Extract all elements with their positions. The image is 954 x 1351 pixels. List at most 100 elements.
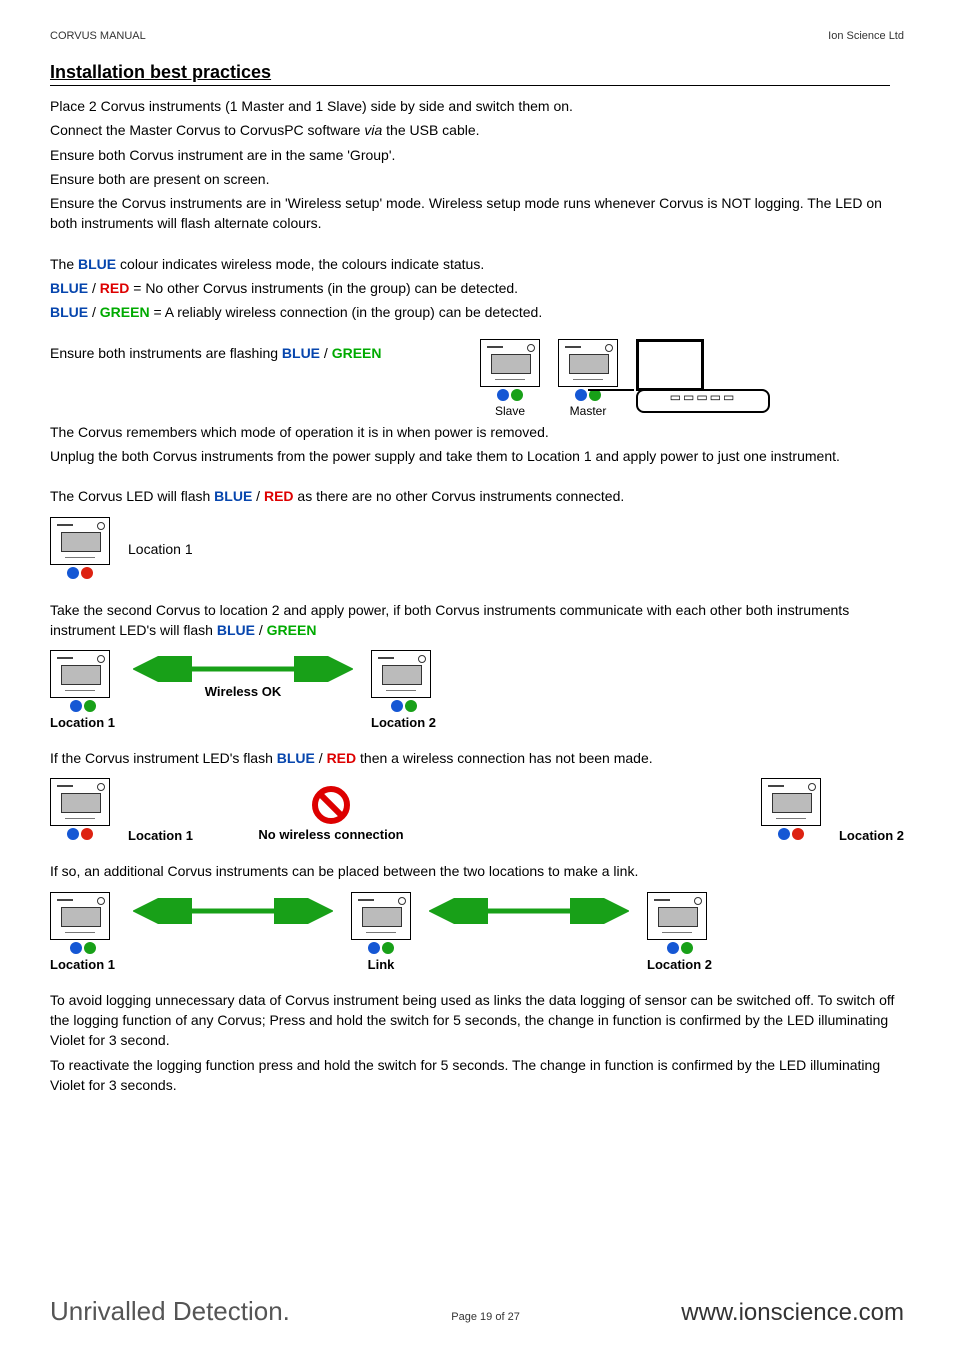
- led-red-icon: [81, 828, 93, 840]
- device-loc1-link: Location 1: [50, 892, 115, 972]
- status-intro-b: colour indicates wireless mode, the colo…: [116, 256, 484, 272]
- footer-mid-mid: of: [492, 1311, 507, 1323]
- led-blue-icon: [778, 828, 790, 840]
- link-arrow-right: [429, 898, 629, 924]
- page: CORVUS MANUAL Ion Science Ltd Installati…: [0, 0, 954, 1351]
- no-entry-icon: [311, 785, 351, 825]
- if-red-post: then a wireless connection has not been …: [356, 750, 653, 766]
- status-intro: The BLUE colour indicates wireless mode,…: [50, 254, 904, 274]
- status-line-blue-red: BLUE / RED = No other Corvus instruments…: [50, 278, 904, 298]
- header-right: Ion Science Ltd: [828, 30, 904, 42]
- ensure-flashing-pre: Ensure both instruments are flashing: [50, 345, 282, 361]
- led-flash-blue-red: The Corvus LED will flash BLUE / RED as …: [50, 486, 904, 506]
- status-line1-after: = No other Corvus instruments (in the gr…: [129, 280, 518, 296]
- device-slave-label: Slave: [495, 404, 525, 418]
- intro-line-3: Ensure both Corvus instrument are in the…: [50, 145, 904, 165]
- led-flash-post: as there are no other Corvus instruments…: [294, 488, 625, 504]
- ensure-flashing-line: Ensure both instruments are flashing BLU…: [50, 343, 450, 363]
- device-master-label: Master: [570, 404, 607, 418]
- header-left: CORVUS MANUAL: [50, 30, 146, 42]
- led-flash-red: RED: [264, 488, 294, 504]
- slash-5: /: [255, 622, 267, 638]
- avoid-logging-p1: To avoid logging unnecessary data of Cor…: [50, 990, 904, 1051]
- device-master: Master: [558, 339, 618, 418]
- led-green-icon: [681, 942, 693, 954]
- device-loc2-no: [761, 778, 821, 843]
- led-flash-blue: BLUE: [214, 488, 252, 504]
- footer-page-no: 19: [480, 1311, 492, 1323]
- led-flash-pre: The Corvus LED will flash: [50, 488, 214, 504]
- led-blue-icon: [70, 942, 82, 954]
- link-label: Link: [351, 957, 411, 972]
- led-blue-icon: [70, 700, 82, 712]
- device-loc2-ok: Location 2: [371, 650, 436, 730]
- status-line-blue-green: BLUE / GREEN = A reliably wireless conne…: [50, 302, 904, 322]
- led-blue-icon: [391, 700, 403, 712]
- status-blue-1: BLUE: [50, 280, 88, 296]
- led-green-icon: [405, 700, 417, 712]
- section-title: Installation best practices: [50, 62, 890, 86]
- remember-p1: The Corvus remembers which mode of opera…: [50, 422, 904, 442]
- slash-6: /: [315, 750, 327, 766]
- device-loc2-link: Location 2: [647, 892, 712, 972]
- take-second-green: GREEN: [267, 622, 317, 638]
- usb-cable-line: [588, 389, 634, 391]
- led-green-icon: [382, 942, 394, 954]
- led-blue-icon: [67, 828, 79, 840]
- led-blue-icon: [575, 389, 587, 401]
- status-intro-a: The: [50, 256, 78, 272]
- intro-line-2: Connect the Master Corvus to CorvusPC so…: [50, 120, 904, 140]
- status-blue-word: BLUE: [78, 256, 116, 272]
- device-loc1-no: [50, 778, 110, 843]
- loc2-label-c: Location 2: [647, 957, 712, 972]
- diagram-location1-only: Location 1: [50, 517, 904, 582]
- device-link: Link: [351, 892, 411, 972]
- footer-page-num: Page 19 of 27: [451, 1311, 520, 1323]
- status-red-1: RED: [100, 280, 130, 296]
- slash-1: /: [88, 280, 100, 296]
- take-second-blue: BLUE: [217, 622, 255, 638]
- if-red-red: RED: [327, 750, 357, 766]
- status-blue-2: BLUE: [50, 304, 88, 320]
- status-green-1: GREEN: [100, 304, 150, 320]
- link-arrow-left: [133, 898, 333, 924]
- page-footer: Unrivalled Detection. Page 19 of 27 www.…: [50, 1296, 904, 1327]
- led-red-icon: [792, 828, 804, 840]
- page-header: CORVUS MANUAL Ion Science Ltd: [50, 30, 904, 42]
- intro-line-4: Ensure both are present on screen.: [50, 169, 904, 189]
- take-second-line: Take the second Corvus to location 2 and…: [50, 600, 904, 641]
- diagram-slave-master-laptop: Slave Master ▭▭▭▭▭: [480, 339, 770, 418]
- intro-line-2a: Connect the Master Corvus to CorvusPC so…: [50, 122, 364, 138]
- laptop-keyboard-icon: ▭▭▭▭▭: [638, 390, 768, 404]
- loc1-label-c: Location 1: [128, 828, 193, 843]
- device-loc1-bluered: [50, 517, 110, 582]
- ensure-blue: BLUE: [282, 345, 320, 361]
- led-green-icon: [84, 700, 96, 712]
- intro-via: via: [364, 122, 382, 138]
- if-so-extra: If so, an additional Corvus instruments …: [50, 861, 904, 881]
- footer-tagline: Unrivalled Detection.: [50, 1296, 290, 1327]
- device-slave-body: [480, 339, 540, 387]
- status-line2-after: = A reliably wireless connection (in the…: [150, 304, 543, 320]
- device-slave: Slave: [480, 339, 540, 418]
- intro-line-2b: the USB cable.: [382, 122, 479, 138]
- led-red-icon: [81, 567, 93, 579]
- led-blue-icon: [368, 942, 380, 954]
- wireless-ok-label: Wireless OK: [205, 684, 281, 699]
- intro-line-5: Ensure the Corvus instruments are in 'Wi…: [50, 193, 904, 234]
- intro-line-1: Place 2 Corvus instruments (1 Master and…: [50, 96, 904, 116]
- footer-url: www.ionscience.com: [681, 1299, 904, 1327]
- location1-label-a: Location 1: [128, 541, 193, 557]
- diagram-no-wireless: Location 1 No wireless connection Locati…: [50, 778, 904, 843]
- footer-page-total: 27: [508, 1311, 520, 1323]
- diagram-link: Location 1 Link Location 2: [50, 892, 904, 972]
- slash-2: /: [88, 304, 100, 320]
- double-arrow-green-icon: [133, 656, 353, 682]
- double-arrow-green-icon: [429, 898, 629, 924]
- device-master-body: [558, 339, 618, 387]
- if-red-pre: If the Corvus instrument LED's flash: [50, 750, 277, 766]
- remember-p2: Unplug the both Corvus instruments from …: [50, 446, 904, 466]
- no-wireless-label: No wireless connection: [258, 827, 403, 842]
- laptop-icon: ▭▭▭▭▭: [636, 339, 770, 415]
- if-red-line: If the Corvus instrument LED's flash BLU…: [50, 748, 904, 768]
